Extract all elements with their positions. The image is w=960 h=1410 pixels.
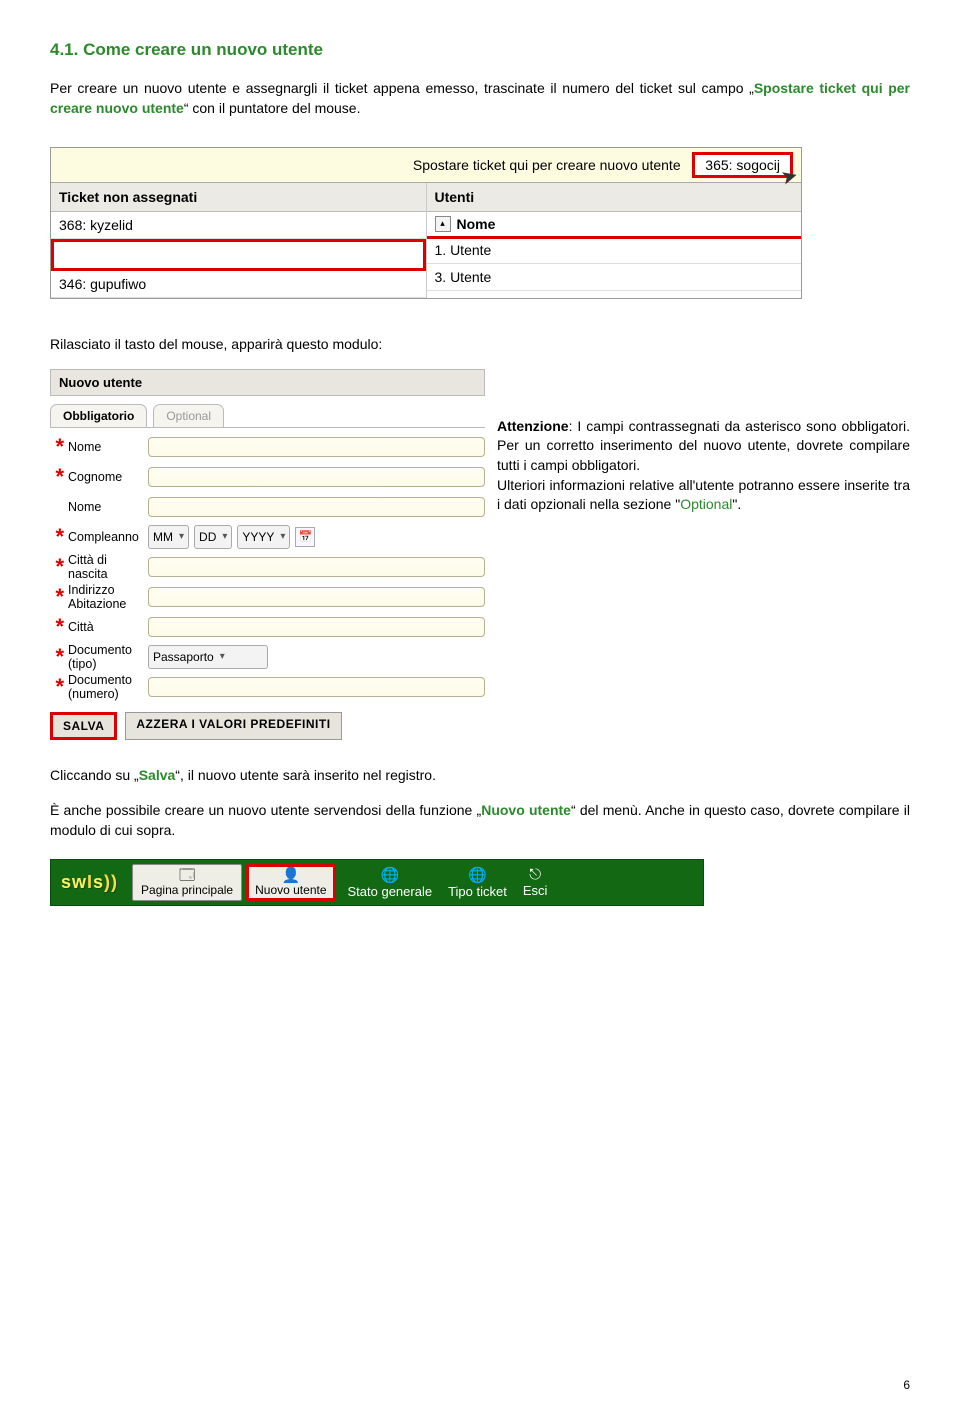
globe-icon: 🌐: [380, 866, 399, 884]
body-text: Rilasciato il tasto del mouse, apparirà …: [50, 334, 910, 354]
newuser-icon: 👤: [281, 868, 300, 883]
label-birthday: Compleanno: [64, 530, 148, 544]
toolbar-label: Tipo ticket: [448, 884, 507, 899]
ticket-row[interactable]: 346: gupufiwo: [51, 271, 426, 298]
label-name2: Nome: [64, 500, 148, 514]
tab-required[interactable]: Obbligatorio: [50, 404, 147, 427]
callout-warn: Attenzione: [497, 418, 569, 434]
window-icon: 🗔: [179, 868, 195, 883]
toolbar-label: Pagina principale: [141, 883, 233, 897]
birthcity-input[interactable]: [148, 557, 485, 577]
required-star: *: [50, 650, 64, 664]
dropzone-label: Spostare ticket qui per creare nuovo ute…: [413, 157, 681, 173]
column-header: Ticket non assegnati: [51, 183, 426, 212]
toolbar-tickettype-link[interactable]: 🌐 Tipo ticket: [448, 866, 507, 899]
exit-icon: ⎋: [529, 866, 541, 883]
form-title: Nuovo utente: [50, 369, 485, 396]
name2-input[interactable]: [148, 497, 485, 517]
highlight-underline: [427, 236, 802, 239]
toolbar-newuser-button[interactable]: 👤 Nuovo utente: [246, 864, 335, 901]
firstname-input[interactable]: [148, 437, 485, 457]
save-button[interactable]: SALVA: [50, 712, 117, 740]
logo-part: s: [93, 872, 104, 892]
logo: swIs)): [57, 872, 132, 893]
label-birthcity: Città di nascita: [64, 553, 148, 581]
dropzone-bar: Spostare ticket qui per creare nuovo ute…: [51, 148, 801, 183]
label-docnum: Documento (numero): [64, 673, 148, 701]
logo-part: sw: [61, 872, 87, 892]
body-text: Cliccando su „Salva“, il nuovo utente sa…: [50, 765, 910, 785]
docnum-input[interactable]: [148, 677, 485, 697]
city-input[interactable]: [148, 617, 485, 637]
toolbar-screenshot: swIs)) 🗔 Pagina principale 👤 Nuovo utent…: [50, 859, 704, 906]
intro-paragraph: Per creare un nuovo utente e assegnargli…: [50, 78, 910, 119]
body-text: È anche possibile creare un nuovo utente…: [50, 800, 910, 841]
users-column: Utenti ▴ Nome 1. Utente 3. Utente: [427, 183, 802, 298]
sort-icon: ▴: [435, 216, 451, 232]
toolbar-label: Esci: [523, 883, 548, 898]
toolbar-status-link[interactable]: 🌐 Stato generale: [348, 866, 433, 899]
ticket-row[interactable]: 368: kyzelid: [51, 212, 426, 239]
lastname-input[interactable]: [148, 467, 485, 487]
highlight-text: Nuovo utente: [481, 802, 571, 818]
highlight-text: Salva: [139, 767, 176, 783]
label-address: Indirizzo Abitazione: [64, 583, 148, 611]
globe-icon: 🌐: [468, 866, 487, 884]
text: È anche possibile creare un nuovo utente…: [50, 802, 481, 818]
section-heading: 4.1. Come creare un nuovo utente: [50, 40, 910, 60]
required-star: *: [50, 530, 64, 544]
logo-paren: )): [104, 872, 118, 892]
label-firstname: Nome: [64, 440, 148, 454]
required-star: *: [50, 440, 64, 454]
column-sort-label: Nome: [457, 216, 496, 232]
optional-ref: Optional: [680, 496, 732, 512]
reset-button[interactable]: AZZERA I VALORI PREDEFINITI: [125, 712, 341, 740]
text: “ con il puntatore del mouse.: [184, 100, 361, 116]
new-user-form-screenshot: Nuovo utente Obbligatorio Optional * Nom…: [50, 369, 485, 740]
doctype-select[interactable]: Passaporto: [148, 645, 268, 669]
column-sort[interactable]: ▴ Nome: [427, 212, 802, 237]
page-number: 6: [903, 1378, 910, 1392]
user-row[interactable]: 3. Utente: [427, 264, 802, 291]
toolbar-label: Nuovo utente: [255, 883, 326, 897]
dragged-ticket-label: 365: sogocij: [705, 157, 780, 173]
text: ".: [732, 496, 741, 512]
label-lastname: Cognome: [64, 470, 148, 484]
required-star: *: [50, 620, 64, 634]
column-header: Utenti: [427, 183, 802, 212]
required-star: *: [50, 680, 64, 694]
birthday-day-select[interactable]: DD: [194, 525, 232, 549]
required-star: *: [50, 470, 64, 484]
required-star: *: [50, 590, 64, 604]
address-input[interactable]: [148, 587, 485, 607]
label-city: Città: [64, 620, 148, 634]
calendar-icon[interactable]: 📅: [295, 527, 315, 547]
tab-optional[interactable]: Optional: [153, 404, 224, 427]
toolbar-exit-link[interactable]: ⎋ Esci: [523, 866, 548, 898]
required-star: *: [50, 560, 64, 574]
text: Per creare un nuovo utente e assegnargli…: [50, 80, 754, 96]
toolbar-label: Stato generale: [348, 884, 433, 899]
text: Cliccando su „: [50, 767, 139, 783]
birthday-year-select[interactable]: YYYY: [237, 525, 290, 549]
ticket-row-highlight[interactable]: [51, 239, 426, 271]
birthday-month-select[interactable]: MM: [148, 525, 189, 549]
user-row[interactable]: 1. Utente: [427, 237, 802, 264]
toolbar-home-button[interactable]: 🗔 Pagina principale: [132, 864, 242, 901]
callout-text: Attenzione: I campi contrassegnati da as…: [497, 369, 910, 515]
label-doctype: Documento (tipo): [64, 643, 148, 671]
drag-drop-screenshot: Spostare ticket qui per creare nuovo ute…: [50, 147, 802, 299]
text: “, il nuovo utente sarà inserito nel reg…: [175, 767, 436, 783]
dragged-ticket[interactable]: 365: sogocij ➤: [692, 152, 793, 178]
unassigned-tickets-column: Ticket non assegnati 368: kyzelid 346: g…: [51, 183, 427, 298]
